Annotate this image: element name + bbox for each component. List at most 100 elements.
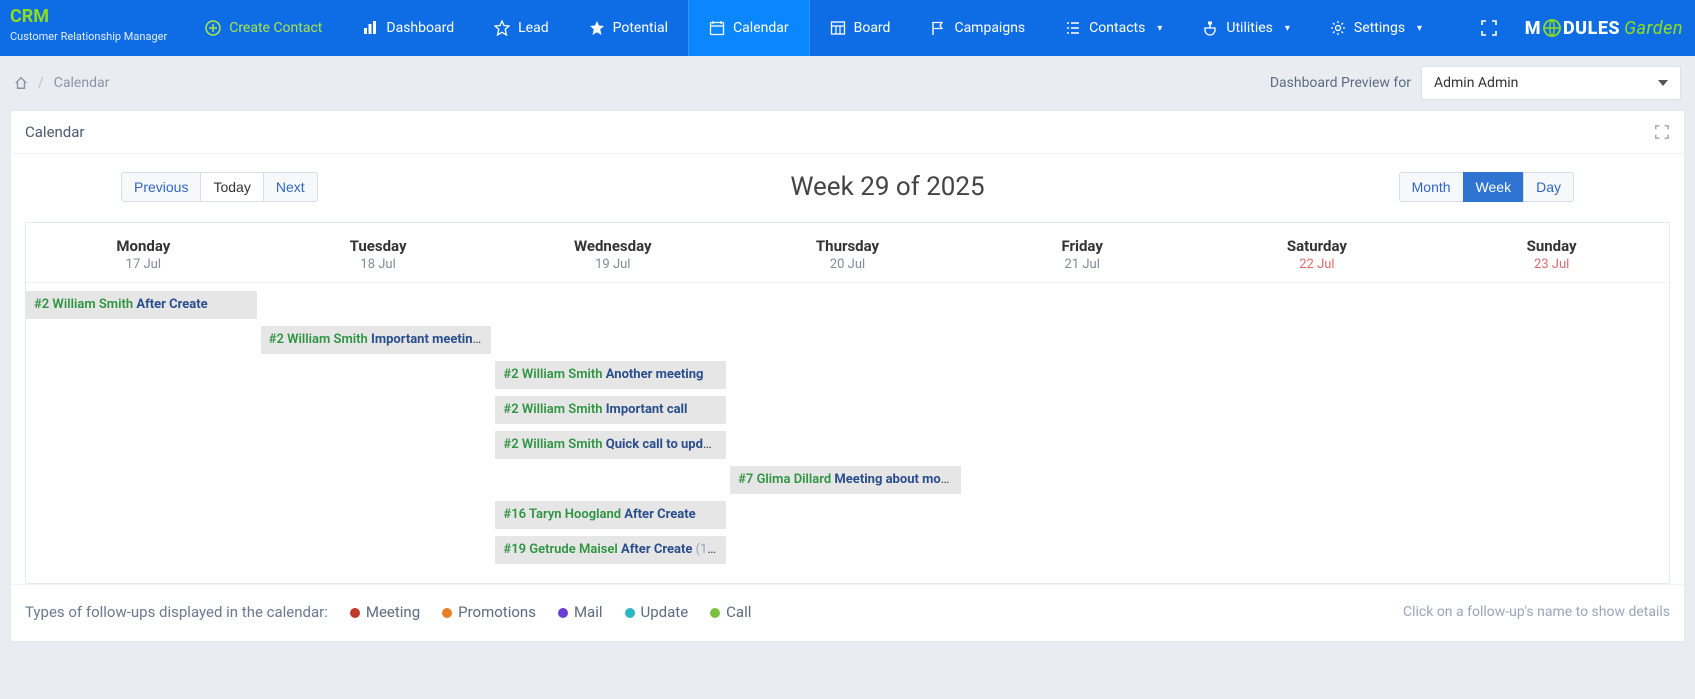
day-header: Monday17 Jul xyxy=(26,223,261,283)
nav-utilities[interactable]: Utilities ▾ xyxy=(1182,0,1310,56)
secondary-bar: / Calendar Dashboard Preview for Admin A… xyxy=(0,56,1695,110)
legend: Types of follow-ups displayed in the cal… xyxy=(11,584,1684,641)
bar-chart-icon xyxy=(362,20,378,36)
event-id: #19 Getrude Maisel xyxy=(503,542,617,557)
event-title: After Create xyxy=(621,542,692,557)
panel-expand-icon[interactable] xyxy=(1654,124,1670,140)
panel-header: Calendar xyxy=(11,111,1684,154)
gear-icon xyxy=(1330,20,1346,36)
legend-item[interactable]: Meeting xyxy=(350,603,420,621)
nav-contacts[interactable]: Contacts ▾ xyxy=(1045,0,1182,56)
legend-item[interactable]: Promotions xyxy=(442,603,536,621)
next-button[interactable]: Next xyxy=(263,172,318,202)
event-title: Another meeting xyxy=(606,367,704,382)
day-date: 19 Jul xyxy=(499,257,726,272)
day-name: Friday xyxy=(969,237,1196,255)
calendar-event[interactable]: #2 William Smith Important meeting w… xyxy=(261,326,492,354)
calendar-icon xyxy=(709,20,725,36)
calendar-event[interactable]: #2 William Smith Another meeting xyxy=(495,361,726,389)
today-button[interactable]: Today xyxy=(200,172,262,202)
plus-circle-icon xyxy=(205,20,221,36)
nav-calendar-label: Calendar xyxy=(733,20,789,36)
legend-dot-icon xyxy=(350,608,360,618)
nav-board[interactable]: Board xyxy=(810,0,911,56)
event-id: #7 Glima Dillard xyxy=(738,472,831,487)
nav-create-contact[interactable]: Create Contact xyxy=(185,0,342,56)
list-icon xyxy=(1065,20,1081,36)
event-title: Quick call to update … xyxy=(606,437,726,452)
nav-lead[interactable]: Lead xyxy=(474,0,568,56)
calendar-event[interactable]: #16 Taryn Hoogland After Create xyxy=(495,501,726,529)
day-name: Sunday xyxy=(1438,237,1665,255)
top-nav: CRM Customer Relationship Manager Create… xyxy=(0,0,1695,56)
home-icon[interactable] xyxy=(14,76,28,90)
day-name: Monday xyxy=(30,237,257,255)
legend-dot-icon xyxy=(710,608,720,618)
logo-garden: Garden xyxy=(1624,18,1683,39)
legend-item-label: Meeting xyxy=(366,603,420,621)
chevron-down-icon: ▾ xyxy=(1285,23,1290,34)
day-header: Saturday22 Jul xyxy=(1200,223,1435,283)
event-id: #2 William Smith xyxy=(503,367,602,382)
legend-item[interactable]: Mail xyxy=(558,603,603,621)
legend-item[interactable]: Call xyxy=(710,603,751,621)
nav-settings[interactable]: Settings ▾ xyxy=(1310,0,1442,56)
calendar-event[interactable]: #7 Glima Dillard Meeting about modul… xyxy=(730,466,961,494)
nav-campaigns-label: Campaigns xyxy=(954,20,1025,36)
event-extra: (1 Re… xyxy=(696,542,727,557)
preview-user-value: Admin Admin xyxy=(1434,75,1518,91)
logo-m: M xyxy=(1525,18,1541,39)
day-name: Wednesday xyxy=(499,237,726,255)
legend-item[interactable]: Update xyxy=(625,603,689,621)
breadcrumb: / Calendar xyxy=(14,75,109,91)
event-id: #2 William Smith xyxy=(34,297,133,312)
star-outline-icon xyxy=(494,20,510,36)
day-date: 22 Jul xyxy=(1204,257,1431,272)
legend-item-label: Update xyxy=(641,603,689,621)
preview-label: Dashboard Preview for xyxy=(1270,75,1411,91)
preview-user-select[interactable]: Admin Admin xyxy=(1421,66,1681,100)
legend-item-label: Promotions xyxy=(458,603,536,621)
calendar-event[interactable]: #2 William Smith After Create xyxy=(26,291,257,319)
event-id: #2 William Smith xyxy=(269,332,368,347)
logo: M DULES Garden xyxy=(1525,18,1683,39)
nav-create-label: Create Contact xyxy=(229,20,322,36)
previous-button[interactable]: Previous xyxy=(121,172,200,202)
event-id: #2 William Smith xyxy=(503,402,602,417)
day-date: 23 Jul xyxy=(1438,257,1665,272)
brand-title: CRM xyxy=(10,8,167,26)
day-header: Tuesday18 Jul xyxy=(261,223,496,283)
view-buttons: Month Week Day xyxy=(1399,172,1574,202)
day-header: Friday 21 Jul xyxy=(965,223,1200,283)
view-day-button[interactable]: Day xyxy=(1523,172,1574,202)
legend-title: Types of follow-ups displayed in the cal… xyxy=(25,603,328,621)
calendar-event[interactable]: #19 Getrude Maisel After Create (1 Re… xyxy=(495,536,726,564)
chevron-down-icon: ▾ xyxy=(1417,23,1422,34)
day-name: Thursday xyxy=(734,237,961,255)
day-date: 20 Jul xyxy=(734,257,961,272)
nav-campaigns[interactable]: Campaigns xyxy=(910,0,1045,56)
panel-title: Calendar xyxy=(25,123,85,141)
logo-dules: DULES xyxy=(1563,18,1620,39)
nav-dashboard-label: Dashboard xyxy=(386,20,454,36)
nav-potential[interactable]: Potential xyxy=(569,0,688,56)
nav-items: Create Contact Dashboard Lead Potential … xyxy=(185,0,1477,56)
view-week-button[interactable]: Week xyxy=(1463,172,1524,202)
legend-dot-icon xyxy=(558,608,568,618)
view-month-button[interactable]: Month xyxy=(1399,172,1463,202)
day-date: 21 Jul xyxy=(969,257,1196,272)
legend-dot-icon xyxy=(625,608,635,618)
brand: CRM Customer Relationship Manager xyxy=(0,0,185,56)
chevron-down-icon: ▾ xyxy=(1157,23,1162,34)
calendar-head: Monday17 JulTuesday18 JulWednesday 19 Jul… xyxy=(26,223,1669,283)
nav-dashboard[interactable]: Dashboard xyxy=(342,0,474,56)
event-title: Important meeting w… xyxy=(371,332,491,347)
fullscreen-icon[interactable] xyxy=(1477,16,1501,40)
calendar-event[interactable]: #2 William Smith Quick call to update … xyxy=(495,431,726,459)
nav-calendar[interactable]: Calendar xyxy=(688,0,810,56)
calendar-event[interactable]: #2 William Smith Important call xyxy=(495,396,726,424)
day-header: Thursday 20 Jul xyxy=(730,223,965,283)
calendar-toolbar: Previous Today Next Week 29 of 2025 Mont… xyxy=(11,154,1684,208)
flag-icon xyxy=(930,20,946,36)
event-id: #16 Taryn Hoogland xyxy=(503,507,621,522)
